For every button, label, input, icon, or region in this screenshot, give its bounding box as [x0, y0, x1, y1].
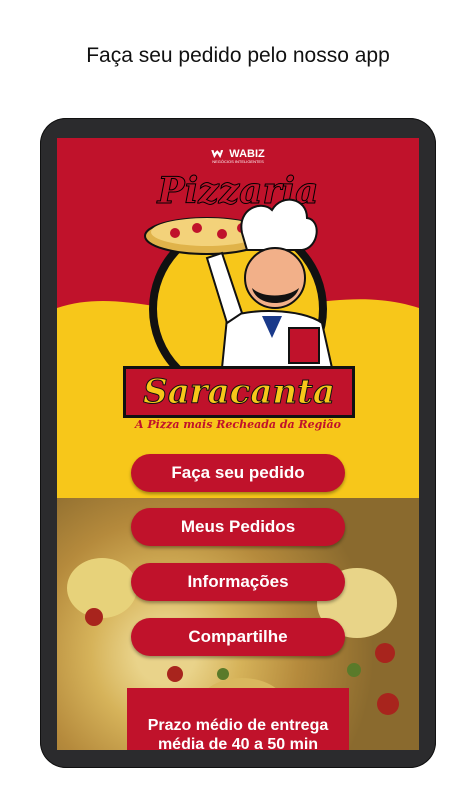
page-title: Faça seu pedido pelo nosso app: [86, 44, 390, 67]
olive: [217, 668, 229, 680]
app-screen: WABIZ NEGÓCIOS INTELIGENTES Pizzaria Sar…: [57, 138, 419, 750]
share-button[interactable]: Compartilhe: [131, 618, 345, 656]
order-button[interactable]: Faça seu pedido: [131, 454, 345, 492]
delivery-time-banner: Prazo médio de entrega média de 40 a 50 …: [127, 688, 349, 750]
pepperoni: [377, 693, 399, 715]
cheese-blob: [67, 558, 137, 618]
logo-saracanta-banner: Saracanta: [123, 366, 355, 418]
pepperoni: [167, 666, 183, 682]
pepperoni: [375, 643, 395, 663]
information-button[interactable]: Informações: [131, 563, 345, 601]
my-orders-button[interactable]: Meus Pedidos: [131, 508, 345, 546]
olive: [347, 663, 361, 677]
pepperoni: [85, 608, 103, 626]
delivery-line-1: Prazo médio de entrega: [147, 717, 329, 734]
delivery-line-2: média de 40 a 50 min: [157, 736, 319, 750]
logo-tagline: A Pizza mais Recheada da Região: [135, 418, 341, 431]
